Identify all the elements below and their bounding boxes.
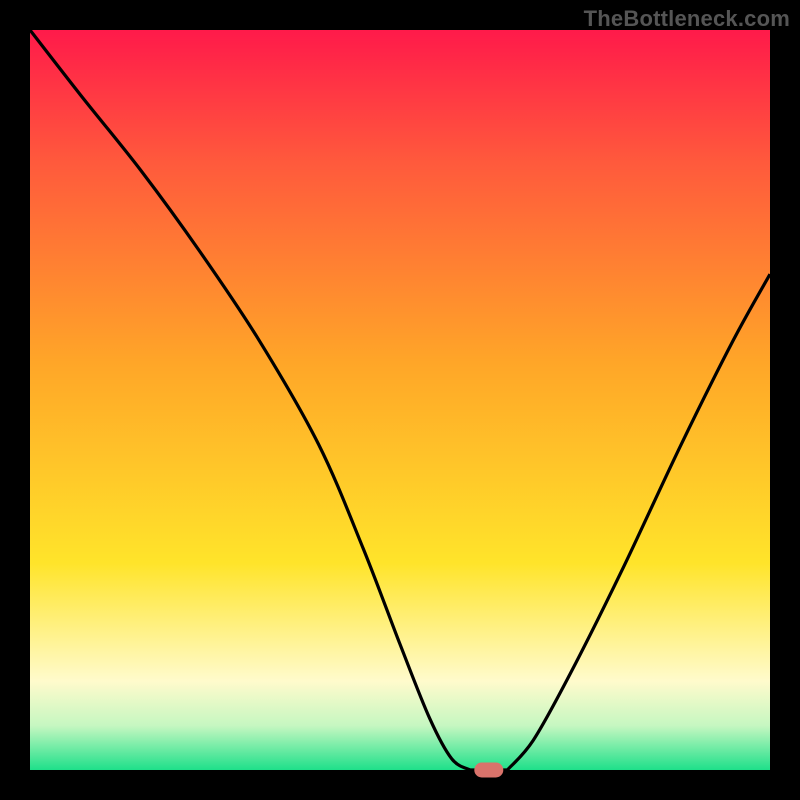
- chart-svg: [0, 0, 800, 800]
- watermark-text: TheBottleneck.com: [584, 6, 790, 32]
- plot-area: [30, 30, 770, 770]
- bottleneck-chart: TheBottleneck.com: [0, 0, 800, 800]
- optimum-marker: [475, 763, 503, 777]
